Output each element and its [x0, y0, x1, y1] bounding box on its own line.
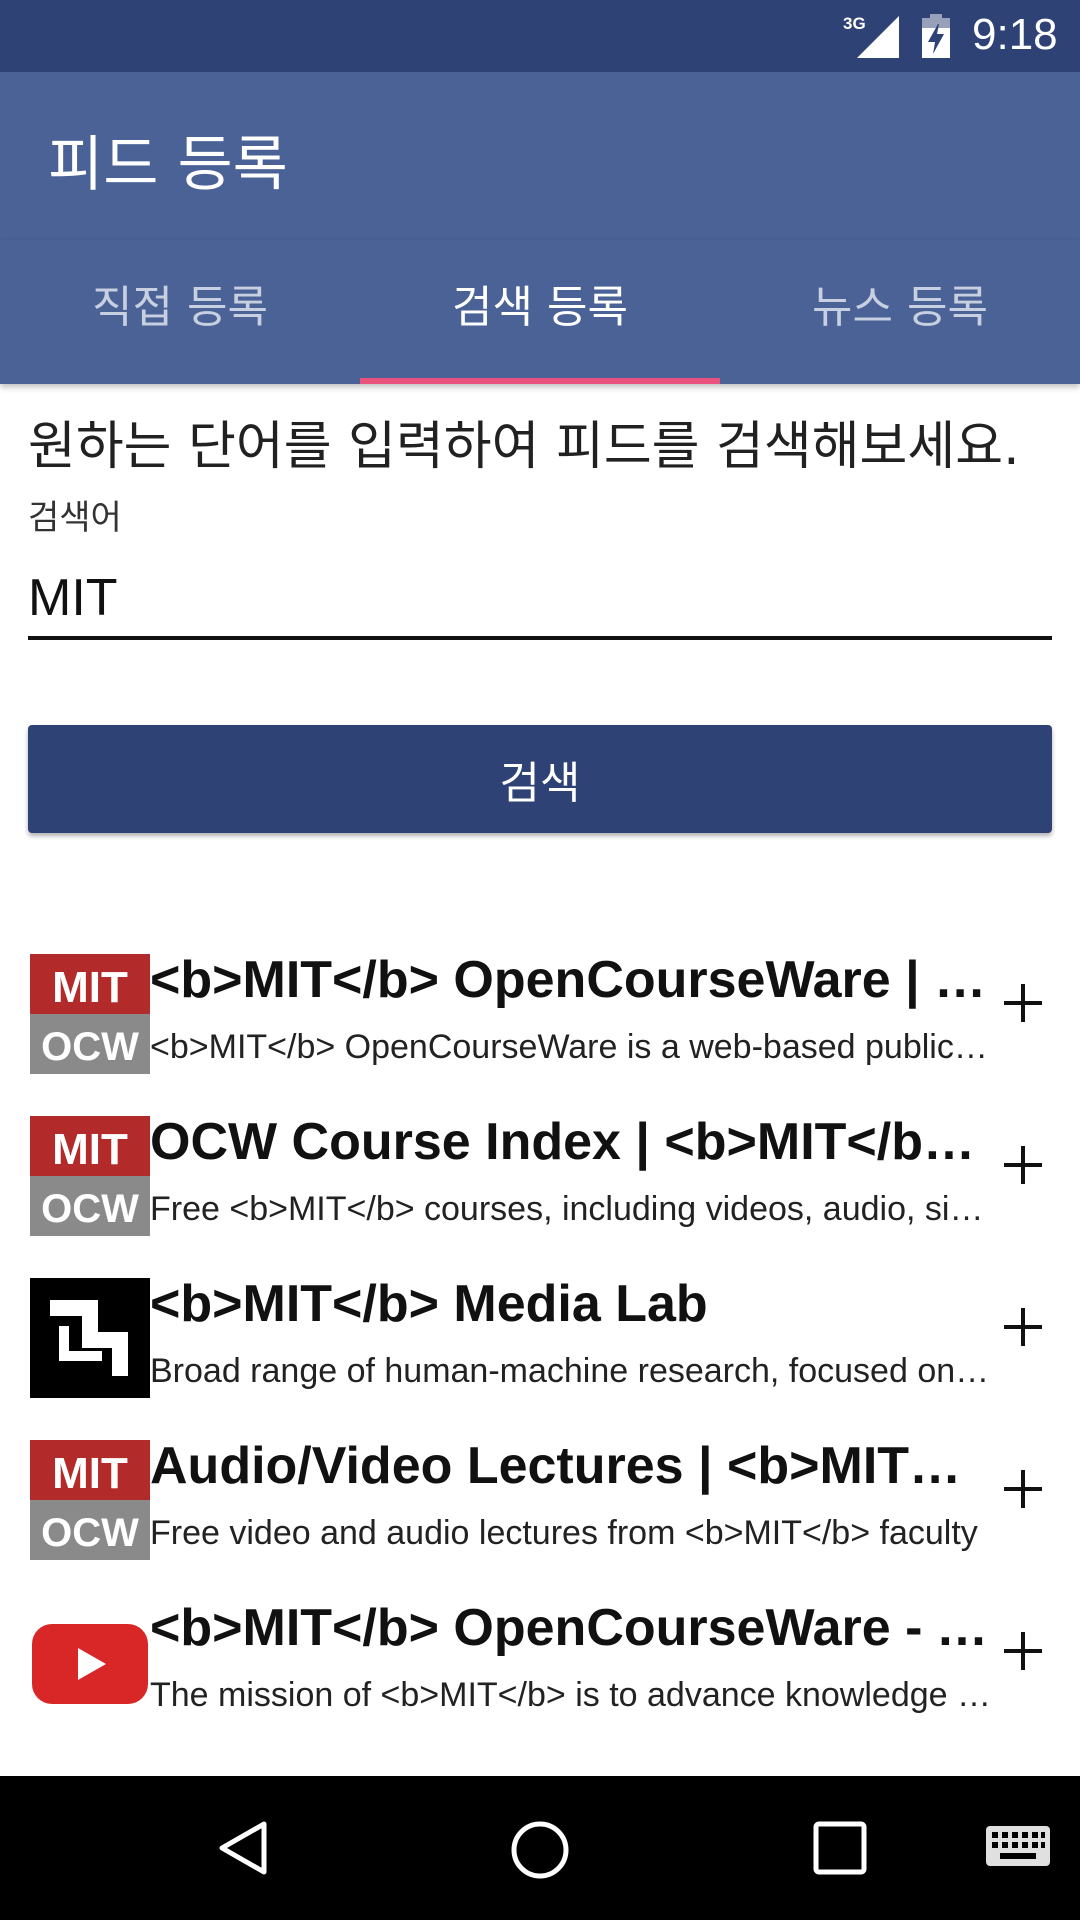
result-description: Free <b>MIT</b> courses, including video… [150, 1190, 992, 1228]
mit-ocw-logo-icon: MIT OCW [30, 954, 150, 1074]
add-icon[interactable] [1000, 1304, 1046, 1350]
home-icon[interactable] [508, 1818, 572, 1882]
result-description: Broad range of human-machine research, f… [150, 1352, 992, 1390]
mit-ocw-logo-icon: MIT OCW [30, 1440, 150, 1560]
search-input[interactable] [28, 560, 1052, 640]
add-icon[interactable] [1000, 980, 1046, 1026]
media-lab-logo-icon [30, 1278, 150, 1398]
svg-text:OCW: OCW [41, 1187, 139, 1231]
svg-text:MIT: MIT [52, 1449, 128, 1498]
clock: 9:18 [972, 10, 1058, 59]
recents-icon[interactable] [812, 1820, 868, 1876]
svg-text:OCW: OCW [41, 1025, 139, 1069]
active-tab-indicator [360, 378, 720, 384]
mit-ocw-logo-icon: MIT OCW [30, 1116, 150, 1236]
result-title: <b>MIT</b> OpenCourseWare - YouTube [150, 1599, 990, 1657]
list-item[interactable]: <b>MIT</b> Media Lab Broad range of huma… [0, 1274, 1080, 1398]
result-title: <b>MIT</b> Media Lab [150, 1275, 708, 1333]
tab-search-register[interactable]: 검색 등록 [360, 240, 720, 384]
list-item[interactable]: <b>MIT</b> OpenCourseWare - YouTube The … [0, 1598, 1080, 1722]
back-icon[interactable] [212, 1818, 272, 1878]
navigation-bar [0, 1776, 1080, 1920]
result-description: The mission of <b>MIT</b> is to advance … [150, 1676, 992, 1714]
tab-news-register[interactable]: 뉴스 등록 [720, 240, 1080, 384]
svg-text:MIT: MIT [52, 1125, 128, 1174]
search-button[interactable]: 검색 [28, 725, 1052, 833]
tab-direct-register[interactable]: 직접 등록 [0, 240, 360, 384]
add-icon[interactable] [1000, 1466, 1046, 1512]
youtube-logo-icon [30, 1602, 150, 1722]
keyboard-icon[interactable] [986, 1826, 1050, 1870]
list-item[interactable]: MIT OCW Audio/Video Lectures | <b>MIT</b… [0, 1436, 1080, 1560]
tab-bar: 직접 등록 검색 등록 뉴스 등록 [0, 240, 1080, 384]
result-description: <b>MIT</b> OpenCourseWare is a web-based… [150, 1028, 992, 1066]
result-title: OCW Course Index | <b>MIT</b> OpenCourse… [150, 1113, 990, 1171]
add-icon[interactable] [1000, 1142, 1046, 1188]
cellular-signal-icon: 3G [843, 14, 899, 58]
svg-text:OCW: OCW [41, 1511, 139, 1555]
instruction-text: 원하는 단어를 입력하여 피드를 검색해보세요. [28, 417, 1020, 477]
list-item[interactable]: MIT OCW <b>MIT</b> OpenCourseWare | Free… [0, 950, 1080, 1074]
add-icon[interactable] [1000, 1628, 1046, 1674]
result-description: Free video and audio lectures from <b>MI… [150, 1514, 978, 1552]
result-title: <b>MIT</b> OpenCourseWare | Free Online … [150, 951, 990, 1009]
battery-charging-icon [922, 14, 950, 58]
app-bar: 피드 등록 [0, 72, 1080, 240]
search-field-label: 검색어 [28, 498, 122, 538]
list-item[interactable]: MIT OCW OCW Course Index | <b>MIT</b> Op… [0, 1112, 1080, 1236]
page-title: 피드 등록 [48, 130, 288, 200]
status-bar: 3G 9:18 [0, 0, 1080, 72]
result-title: Audio/Video Lectures | <b>MIT</b> OpenCo… [150, 1437, 990, 1495]
svg-text:MIT: MIT [52, 963, 128, 1012]
